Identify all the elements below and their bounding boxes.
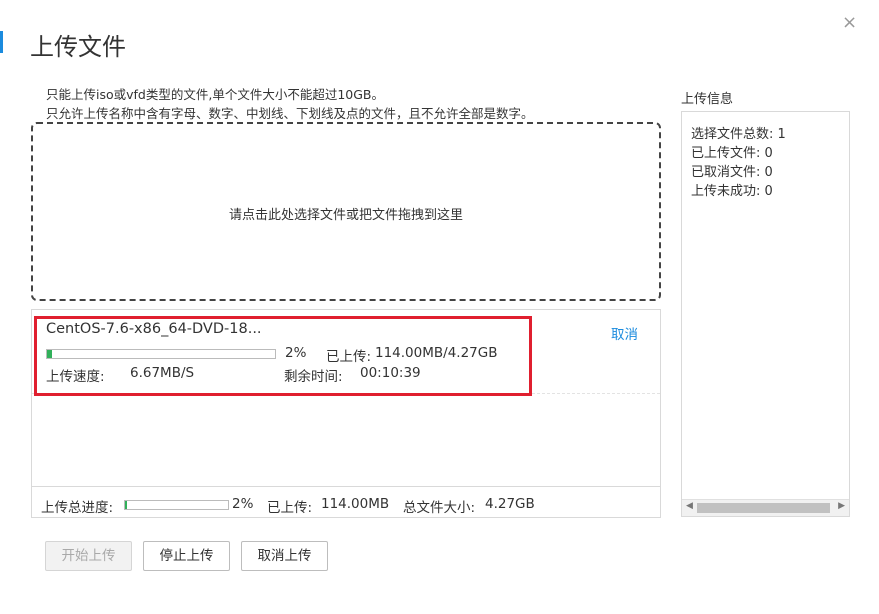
info-selected-count: 选择文件总数: 1	[691, 127, 786, 142]
file-dropzone[interactable]: 请点击此处选择文件或把文件拖拽到这里	[31, 122, 661, 301]
remaining-time-label: 剩余时间:	[284, 369, 343, 385]
info-cancelled-count: 已取消文件: 0	[691, 165, 773, 180]
start-upload-button[interactable]: 开始上传	[45, 541, 132, 571]
total-progress-fill	[125, 501, 128, 509]
chevron-right-icon[interactable]: ▶	[838, 501, 845, 511]
total-uploaded-label: 已上传:	[267, 500, 313, 516]
info-uploaded-count: 已上传文件: 0	[691, 146, 773, 161]
file-uploaded-label: 已上传:	[326, 349, 372, 365]
title-accent-bar	[0, 31, 3, 53]
file-progress-percent: 2%	[285, 345, 307, 361]
total-progress-label: 上传总进度:	[41, 500, 114, 516]
horizontal-scrollbar[interactable]: ◀ ▶	[682, 499, 849, 516]
dialog-title: 上传文件	[30, 33, 126, 61]
scrollbar-thumb[interactable]	[697, 503, 830, 513]
cancel-file-link[interactable]: 取消	[611, 323, 638, 343]
upload-tip-line-2: 只允许上传名称中含有字母、数字、中划线、下划线及点的文件，且不允许全部是数字。	[46, 106, 534, 121]
total-size-label: 总文件大小:	[403, 500, 476, 516]
remaining-time-value: 00:10:39	[360, 365, 421, 381]
cancel-upload-button[interactable]: 取消上传	[241, 541, 328, 571]
file-name: CentOS-7.6-x86_64-DVD-18...	[46, 321, 262, 337]
total-progress-bar	[124, 500, 229, 510]
stop-upload-button[interactable]: 停止上传	[143, 541, 230, 571]
file-progress-fill	[47, 350, 52, 358]
dropzone-text: 请点击此处选择文件或把文件拖拽到这里	[228, 208, 463, 223]
file-progress-bar	[46, 349, 276, 359]
info-failed-count: 上传未成功: 0	[691, 184, 773, 199]
total-uploaded-value: 114.00MB	[321, 496, 390, 512]
chevron-left-icon[interactable]: ◀	[686, 501, 693, 511]
footer-divider	[32, 486, 660, 487]
upload-info-panel: 选择文件总数: 1 已上传文件: 0 已取消文件: 0 上传未成功: 0 ◀ ▶	[681, 111, 850, 517]
speed-label: 上传速度:	[46, 369, 105, 385]
total-progress-percent: 2%	[232, 496, 254, 512]
total-size-value: 4.27GB	[485, 496, 535, 512]
upload-tip-line-1: 只能上传iso或vfd类型的文件,单个文件大小不能超过10GB。	[46, 87, 385, 102]
speed-value: 6.67MB/S	[130, 365, 195, 381]
upload-info-title: 上传信息	[681, 92, 734, 107]
file-uploaded-value: 114.00MB/4.27GB	[375, 345, 498, 361]
close-icon[interactable]: ×	[842, 12, 857, 33]
